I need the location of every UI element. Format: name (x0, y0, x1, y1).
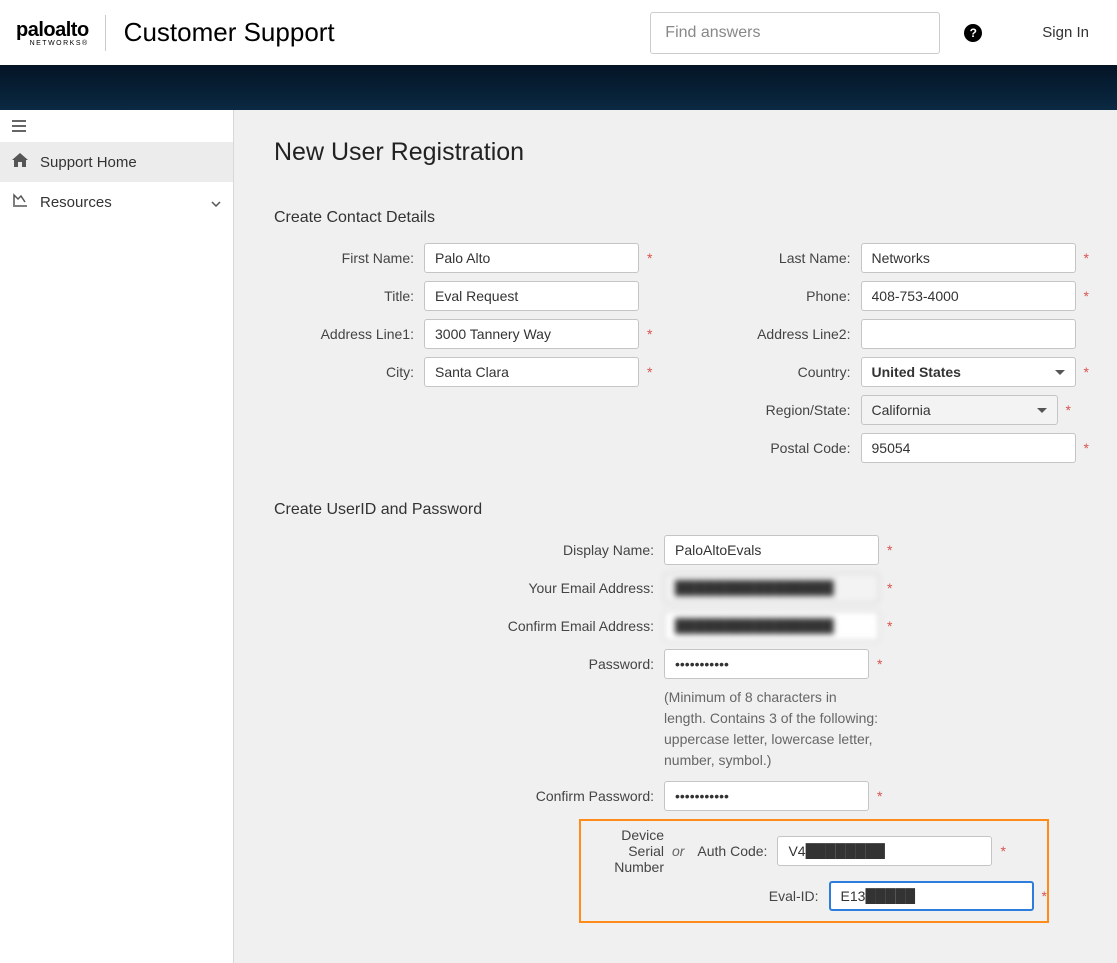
addr2-field[interactable] (861, 319, 1076, 349)
page-header-title: Customer Support (124, 17, 651, 48)
confirm-email-label: Confirm Email Address: (274, 618, 654, 634)
city-label: City: (274, 364, 414, 380)
confirm-password-field[interactable] (664, 781, 869, 811)
country-select[interactable]: United States (861, 357, 1076, 387)
required-marker: * (1066, 402, 1071, 418)
confirm-password-label: Confirm Password: (274, 788, 654, 804)
home-icon (12, 153, 30, 171)
city-field[interactable] (424, 357, 639, 387)
serial-label-2: Auth Code: (692, 843, 767, 859)
serial-label-1: Device Serial Number (589, 827, 664, 875)
first-name-label: First Name: (274, 250, 414, 266)
email-label: Your Email Address: (274, 580, 654, 596)
chevron-down-icon (211, 194, 221, 211)
first-name-field[interactable] (424, 243, 639, 273)
chart-icon (12, 193, 30, 211)
eval-highlight-box: Device Serial Number or Auth Code: * Eva… (579, 819, 1049, 923)
postal-label: Postal Code: (711, 440, 851, 456)
header: paloalto NETWORKS® Customer Support ? Si… (0, 0, 1117, 65)
title-field[interactable] (424, 281, 639, 311)
required-marker: * (1000, 843, 1005, 859)
header-divider (105, 15, 106, 51)
required-marker: * (647, 250, 652, 266)
required-marker: * (1084, 250, 1089, 266)
required-marker: * (647, 364, 652, 380)
chevron-down-icon (1037, 408, 1047, 413)
sidebar: Support Home Resources (0, 110, 233, 963)
contact-form: First Name: * Title: * Address Line1: * … (274, 243, 1117, 471)
required-marker: * (887, 580, 892, 596)
brand-logo-text: paloalto (16, 19, 89, 42)
password-label: Password: (274, 656, 654, 672)
search-input[interactable] (650, 12, 940, 54)
hamburger-icon[interactable] (0, 110, 233, 142)
last-name-label: Last Name: (711, 250, 851, 266)
brand-logo: paloalto NETWORKS® (16, 19, 89, 47)
sidebar-item-label: Resources (40, 194, 112, 211)
required-marker: * (877, 788, 882, 804)
hero-banner (0, 65, 1117, 110)
confirm-email-field[interactable] (664, 611, 879, 641)
userid-form: Display Name: * Your Email Address: * Co… (274, 535, 1117, 923)
required-marker: * (1084, 288, 1089, 304)
required-marker: * (647, 326, 652, 342)
display-name-label: Display Name: (274, 542, 654, 558)
serial-or: or (672, 843, 684, 859)
page-title: New User Registration (274, 138, 1117, 167)
country-label: Country: (711, 364, 851, 380)
sidebar-item-support-home[interactable]: Support Home (0, 142, 233, 182)
email-field[interactable] (664, 573, 879, 603)
addr1-label: Address Line1: (274, 326, 414, 342)
region-select[interactable]: California (861, 395, 1058, 425)
required-marker: * (1042, 888, 1047, 904)
country-value: United States (872, 364, 961, 380)
postal-field[interactable] (861, 433, 1076, 463)
addr1-field[interactable] (424, 319, 639, 349)
section-userid-title: Create UserID and Password (274, 501, 1117, 519)
required-marker: * (887, 542, 892, 558)
phone-field[interactable] (861, 281, 1076, 311)
phone-label: Phone: (711, 288, 851, 304)
signin-link[interactable]: Sign In (1042, 24, 1089, 41)
serial-field[interactable] (777, 836, 992, 866)
required-marker: * (1084, 364, 1089, 380)
password-field[interactable] (664, 649, 869, 679)
eval-id-field[interactable] (829, 881, 1034, 911)
required-marker: * (877, 656, 882, 672)
help-icon[interactable]: ? (964, 24, 982, 42)
required-marker: * (887, 618, 892, 634)
section-contact-title: Create Contact Details (274, 209, 1117, 227)
title-label: Title: (274, 288, 414, 304)
addr2-label: Address Line2: (711, 326, 851, 342)
region-value: California (872, 402, 931, 418)
chevron-down-icon (1055, 370, 1065, 375)
main-content: New User Registration Create Contact Det… (233, 110, 1117, 963)
sidebar-item-resources[interactable]: Resources (0, 182, 233, 222)
password-hint: (Minimum of 8 characters in length. Cont… (664, 687, 879, 771)
brand-logo-subtext: NETWORKS® (30, 40, 89, 47)
display-name-field[interactable] (664, 535, 879, 565)
last-name-field[interactable] (861, 243, 1076, 273)
sidebar-item-label: Support Home (40, 154, 137, 171)
required-marker: * (1084, 440, 1089, 456)
region-label: Region/State: (711, 402, 851, 418)
eval-id-label: Eval-ID: (748, 888, 819, 904)
